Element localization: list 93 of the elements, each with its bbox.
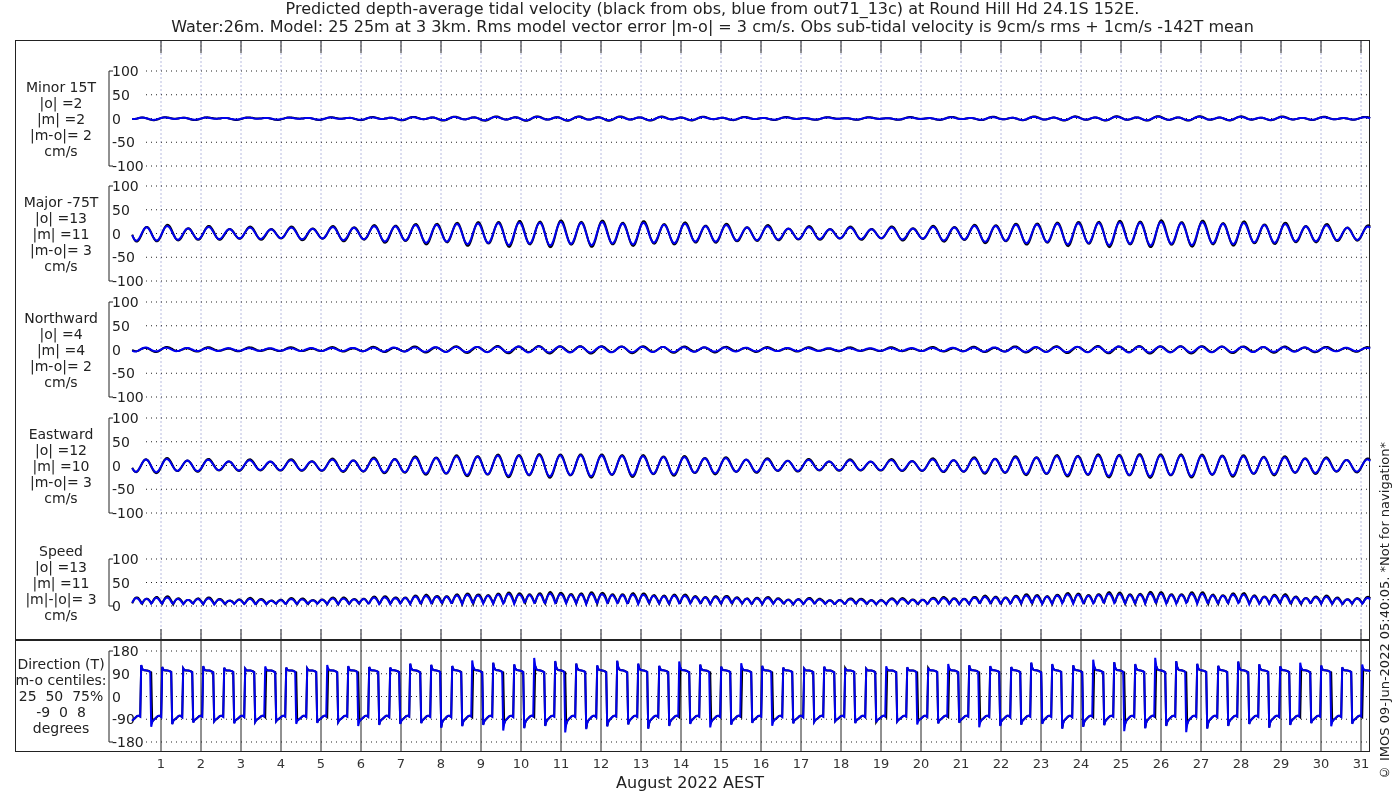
axis-tick-label: 100 [112,178,139,194]
axis-tick-label: 13 [632,756,650,771]
panel-label-line: cm/s [44,142,78,159]
axis-tick-label: 21 [952,756,970,771]
axis-tick-label: 23 [1032,756,1050,771]
axis-tick-label: 29 [1272,756,1290,771]
axis-tick-label: 7 [396,756,406,771]
panel-label-line: |m| =2 [36,110,86,127]
panel-label-line: cm/s [44,489,78,506]
axis-tick-label: 0 [112,457,121,474]
axis-tick-label: 3 [236,756,246,771]
axis-tick-label: 19 [872,756,890,771]
panel-label-line: cm/s [44,257,78,274]
axis-tick-label: 0 [112,341,121,358]
panel-label-line: |m|-|o|= 3 [25,590,97,607]
axis-tick-label: 50 [112,317,130,334]
axis-tick-label: 11 [552,756,570,771]
axis-tick-label: 0 [112,598,121,614]
axis-tick-label: 100 [112,63,139,79]
axis-tick-label: 24 [1072,756,1090,771]
axis-tick-label: -50 [112,365,135,382]
axis-tick-label: 25 [1112,756,1130,771]
panel-label-line: Minor 15T [26,78,96,95]
axis-tick-label: 31 [1352,756,1370,771]
axis-tick-label: 6 [356,756,366,771]
panel-label-line: |o| =2 [39,94,83,111]
axis-tick-label: -100 [112,505,144,521]
axis-tick-label: 10 [512,756,530,771]
axis-tick-label: 100 [112,294,139,310]
panel-label-line: Speed [39,542,83,559]
axis-tick-label: 22 [992,756,1010,771]
axis-tick-label: 2 [196,756,206,771]
chart-title: Predicted depth-average tidal velocity (black from obs, blue from out71_13c) at Round Hill Hd 24.1S 152E. [285,0,1140,18]
panel-label-line: |o| =4 [39,325,83,342]
axis-tick-label: 5 [316,756,326,771]
axis-tick-label: -50 [112,134,135,151]
chart-title: Water:26m. Model: 25 25m at 3 3km. Rms model vector error |m-o| = 3 cm/s. Obs sub-tidal velocity is 9cm/s rms + 1cm/s -142T mean [171,18,1254,36]
axis-tick-label: -180 [112,734,144,750]
panel-label-line: |m-o|= 3 [29,241,92,258]
panel-label-line: |m-o|= 2 [29,126,92,143]
axis-tick-label: 100 [112,410,139,426]
axis-tick-label: 100 [112,551,139,567]
panel-label-line: |m| =4 [36,341,86,358]
panel-label-line: cm/s [44,373,78,390]
axis-tick-label: 14 [672,756,690,771]
axis-tick-label: 27 [1192,756,1210,771]
axis-tick-label: 9 [476,756,486,771]
axis-tick-label: -100 [112,273,144,289]
axis-tick-label: 0 [112,688,121,705]
axis-tick-label: 50 [112,201,130,218]
panel-label-line: -9 0 8 [36,704,86,720]
axis-tick-label: -100 [112,389,144,405]
axis-tick-label: -50 [112,249,135,266]
panel-label-line: |m| =11 [32,574,90,591]
axis-tick-label: 50 [112,574,130,591]
axis-tick-label: -90 [112,711,135,728]
panel-label-line: degrees [32,720,90,736]
axis-tick-label: 50 [112,433,130,450]
axis-tick-label: 12 [592,756,610,771]
axis-tick-label: -100 [112,158,144,174]
axis-tick-label: 0 [112,110,121,127]
axis-tick-label: 1 [156,756,166,771]
axis-tick-label: -50 [112,481,135,498]
panel-label-line: |o| =12 [35,441,87,458]
axis-tick-label: 28 [1232,756,1250,771]
axis-tick-label: 8 [436,756,446,771]
panel-label-line: |m-o|= 3 [29,473,92,490]
axis-tick-label: 20 [912,756,930,771]
panel-label-line: Northward [24,309,98,326]
axis-tick-label: 17 [792,756,810,771]
axis-tick-label: 90 [112,665,130,682]
axis-tick-label: 0 [112,225,121,242]
panel-label-line: |o| =13 [35,558,87,575]
axis-tick-label: 180 [112,643,139,659]
axis-tick-label: 50 [112,86,130,103]
axis-tick-label: 4 [276,756,286,771]
panel-label-line: |m| =11 [32,225,90,242]
axis-tick-label: 26 [1152,756,1170,771]
panel-label-line: |m-o|= 2 [29,357,92,374]
x-axis-title: August 2022 AEST [615,774,765,792]
axis-tick-label: 16 [752,756,770,771]
panel-label-line: |o| =13 [35,209,87,226]
panel-label-line: |m| =10 [32,457,90,474]
y-axis-line [108,558,114,607]
copyright-notice: © IMOS 09-Jun-2022 05:40:05. *Not for navigation* [1376,441,1394,780]
panel-label-line: Direction (T) [17,656,105,672]
panel-label-line: 25 50 75% [18,688,104,704]
panel-label-line: Eastward [28,425,94,442]
axis-tick-label: 30 [1312,756,1330,771]
panel-label-line: m-o centiles: [15,672,107,688]
axis-tick-label: 15 [712,756,730,771]
axis-tick-label: 18 [832,756,850,771]
panel-label-line: Major -75T [23,193,99,210]
